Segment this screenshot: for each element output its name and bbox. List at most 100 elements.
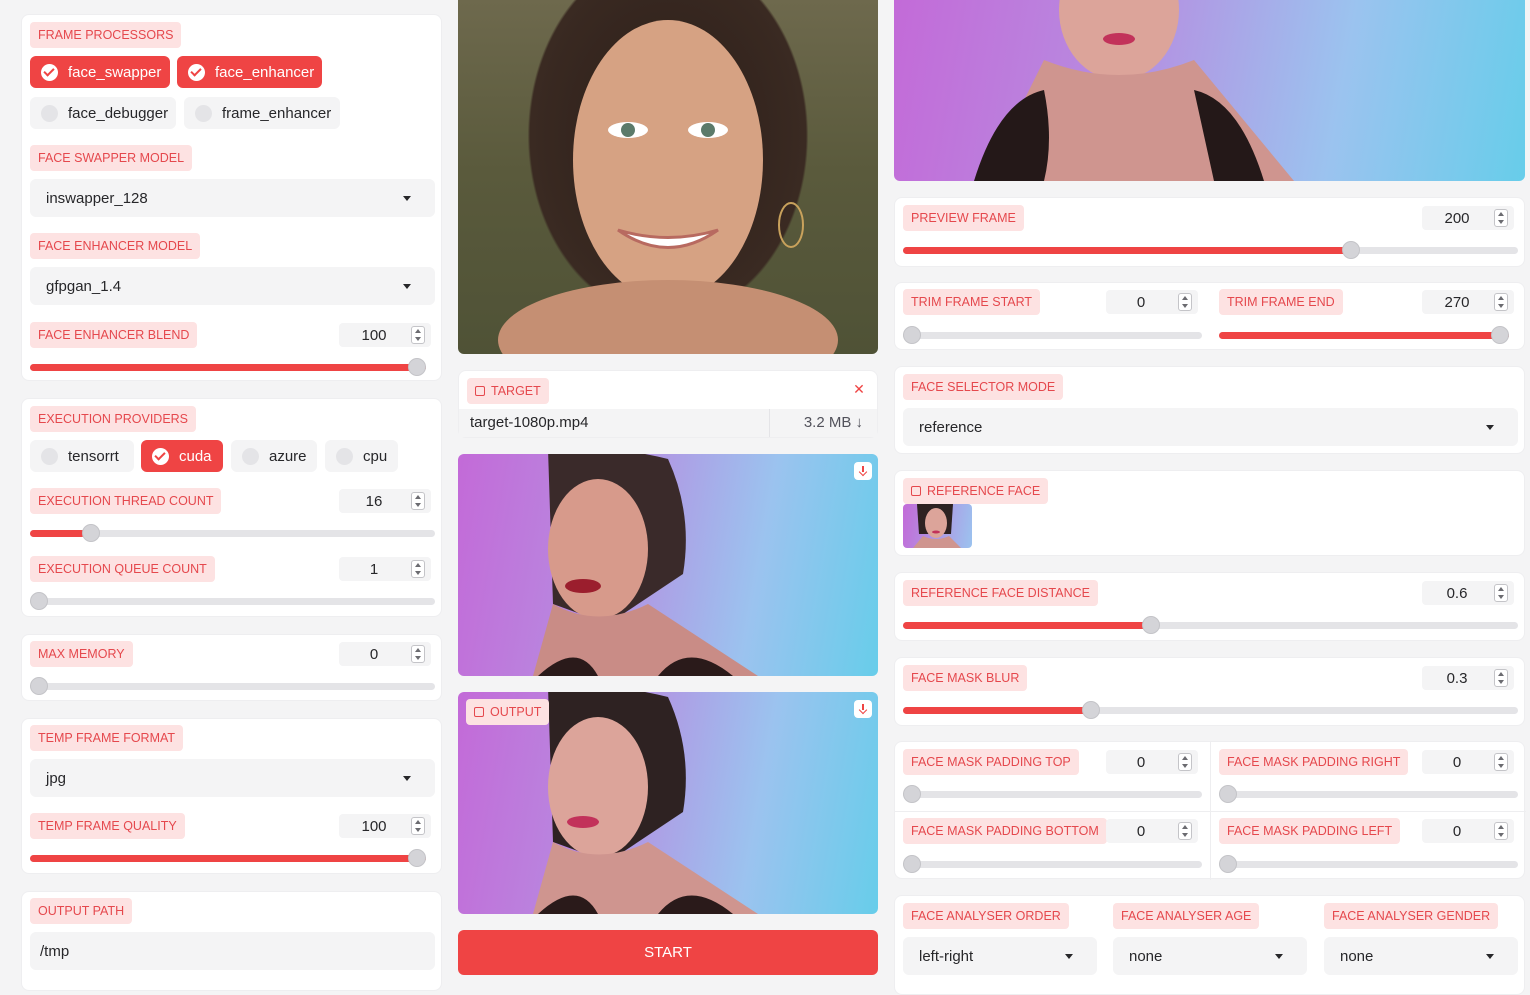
target-file-row[interactable]: target-1080p.mp4 3.2 MB ↓ — [459, 409, 877, 437]
face-mask-padding-bottom-input[interactable]: 0 — [1106, 819, 1198, 843]
face-enhancer-blend-slider[interactable] — [30, 358, 426, 376]
output-path-label: OUTPUT PATH — [30, 898, 133, 924]
slider-thumb[interactable] — [903, 855, 921, 873]
download-icon[interactable] — [854, 700, 872, 718]
preview-frame-slider[interactable] — [903, 241, 1518, 259]
face-mask-padding-bottom-slider[interactable] — [903, 855, 1202, 873]
face-mask-padding-left-input[interactable]: 0 — [1422, 819, 1514, 843]
video-icon — [474, 707, 484, 717]
checkbox-azure[interactable]: azure — [231, 440, 317, 472]
face-mask-padding-right-input[interactable]: 0 — [1422, 750, 1514, 774]
execution-thread-count-input[interactable]: 16 — [339, 489, 431, 513]
stepper-icon[interactable] — [1494, 669, 1508, 687]
unchecked-icon — [41, 447, 58, 465]
stepper-icon[interactable] — [411, 492, 425, 510]
slider-thumb[interactable] — [1491, 326, 1509, 344]
slider-thumb[interactable] — [408, 358, 426, 376]
reference-distance-panel: REFERENCE FACE DISTANCE 0.6 — [894, 572, 1525, 641]
stepper-icon[interactable] — [1494, 822, 1508, 840]
face-mask-padding-top-input[interactable]: 0 — [1106, 750, 1198, 774]
checkbox-cuda[interactable]: cuda — [141, 440, 223, 472]
check-icon — [152, 447, 169, 465]
temp-frame-quality-slider[interactable] — [30, 849, 426, 867]
stepper-icon[interactable] — [411, 817, 425, 835]
slider-thumb[interactable] — [903, 326, 921, 344]
slider-thumb[interactable] — [30, 592, 48, 610]
face-selector-mode-select[interactable]: reference — [903, 408, 1518, 446]
slider-thumb[interactable] — [1219, 855, 1237, 873]
reference-face-distance-slider[interactable] — [903, 616, 1518, 634]
slider-thumb[interactable] — [30, 677, 48, 695]
checkbox-face-debugger[interactable]: face_debugger — [30, 97, 176, 129]
checkbox-face-enhancer[interactable]: face_enhancer — [177, 56, 322, 88]
face-swapper-model-select[interactable]: inswapper_128 — [30, 179, 435, 217]
face-analyser-age-select[interactable]: none — [1113, 937, 1307, 975]
face-mask-blur-slider[interactable] — [903, 701, 1518, 719]
temp-frame-format-select[interactable]: jpg — [30, 759, 435, 797]
output-image[interactable]: OUTPUT — [458, 692, 878, 914]
temp-frame-format-label: TEMP FRAME FORMAT — [30, 725, 184, 751]
face-mask-padding-left-slider[interactable] — [1219, 855, 1518, 873]
trim-frame-start-input[interactable]: 0 — [1106, 290, 1198, 314]
execution-queue-count-input[interactable]: 1 — [339, 557, 431, 581]
stepper-icon[interactable] — [411, 560, 425, 578]
face-analyser-age-label: FACE ANALYSER AGE — [1113, 903, 1260, 929]
slider-thumb[interactable] — [903, 785, 921, 803]
face-analyser-gender-select[interactable]: none — [1324, 937, 1518, 975]
face-mask-blur-input[interactable]: 0.3 — [1422, 666, 1514, 690]
checkbox-tensorrt[interactable]: tensorrt — [30, 440, 134, 472]
reference-face-thumbnail[interactable] — [903, 504, 972, 548]
stepper-icon[interactable] — [1494, 293, 1508, 311]
reference-face-distance-label: REFERENCE FACE DISTANCE — [903, 580, 1098, 606]
face-enhancer-model-select[interactable]: gfpgan_1.4 — [30, 267, 435, 305]
slider-thumb[interactable] — [1141, 616, 1160, 634]
slider-thumb[interactable] — [82, 524, 101, 542]
stepper-icon[interactable] — [1494, 209, 1508, 227]
face-mask-padding-bottom-label: FACE MASK PADDING BOTTOM — [903, 818, 1107, 844]
target-panel: TARGET ✕ target-1080p.mp4 3.2 MB ↓ — [458, 370, 878, 438]
source-image[interactable] — [458, 0, 878, 354]
trim-frame-end-slider[interactable] — [1219, 326, 1509, 344]
chevron-down-icon — [403, 284, 411, 289]
stepper-icon[interactable] — [1494, 584, 1508, 602]
chevron-down-icon — [1486, 954, 1494, 959]
target-preview-image[interactable] — [458, 454, 878, 676]
execution-queue-count-label: EXECUTION QUEUE COUNT — [30, 556, 215, 582]
unchecked-icon — [195, 104, 212, 122]
slider-thumb[interactable] — [1219, 785, 1237, 803]
slider-thumb[interactable] — [1082, 701, 1101, 719]
execution-thread-count-slider[interactable] — [30, 524, 435, 542]
unchecked-icon — [336, 447, 353, 465]
face-mask-padding-right-slider[interactable] — [1219, 785, 1518, 803]
output-path-input[interactable]: /tmp — [30, 932, 435, 970]
stepper-icon[interactable] — [411, 326, 425, 344]
max-memory-slider[interactable] — [30, 677, 435, 695]
temp-frame-quality-input[interactable]: 100 — [339, 814, 431, 838]
stepper-icon[interactable] — [1178, 293, 1192, 311]
stepper-icon[interactable] — [411, 645, 425, 663]
checkbox-frame-enhancer[interactable]: frame_enhancer — [184, 97, 340, 129]
preview-image[interactable] — [894, 0, 1525, 181]
stepper-icon[interactable] — [1494, 753, 1508, 771]
execution-queue-count-slider[interactable] — [30, 592, 435, 610]
checkbox-face-swapper[interactable]: face_swapper — [30, 56, 170, 88]
slider-thumb[interactable] — [408, 849, 426, 867]
reference-face-distance-input[interactable]: 0.6 — [1422, 581, 1514, 605]
stepper-icon[interactable] — [1178, 822, 1192, 840]
start-button[interactable]: START — [458, 930, 878, 975]
slider-thumb[interactable] — [1341, 241, 1360, 259]
face-analyser-order-select[interactable]: left-right — [903, 937, 1097, 975]
trim-frame-start-slider[interactable] — [903, 326, 1202, 344]
stepper-icon[interactable] — [1178, 753, 1192, 771]
clear-target-icon[interactable]: ✕ — [849, 379, 869, 399]
face-analyser-panel: FACE ANALYSER ORDER left-right FACE ANAL… — [894, 895, 1525, 995]
download-icon[interactable] — [854, 462, 872, 480]
checkbox-cpu[interactable]: cpu — [325, 440, 398, 472]
preview-frame-input[interactable]: 200 — [1422, 206, 1514, 230]
max-memory-input[interactable]: 0 — [339, 642, 431, 666]
face-mask-padding-right-label: FACE MASK PADDING RIGHT — [1219, 749, 1409, 775]
face-enhancer-blend-input[interactable]: 100 — [339, 323, 431, 347]
face-mask-padding-top-slider[interactable] — [903, 785, 1202, 803]
reference-face-label: REFERENCE FACE — [903, 478, 1049, 504]
trim-frame-end-input[interactable]: 270 — [1422, 290, 1514, 314]
